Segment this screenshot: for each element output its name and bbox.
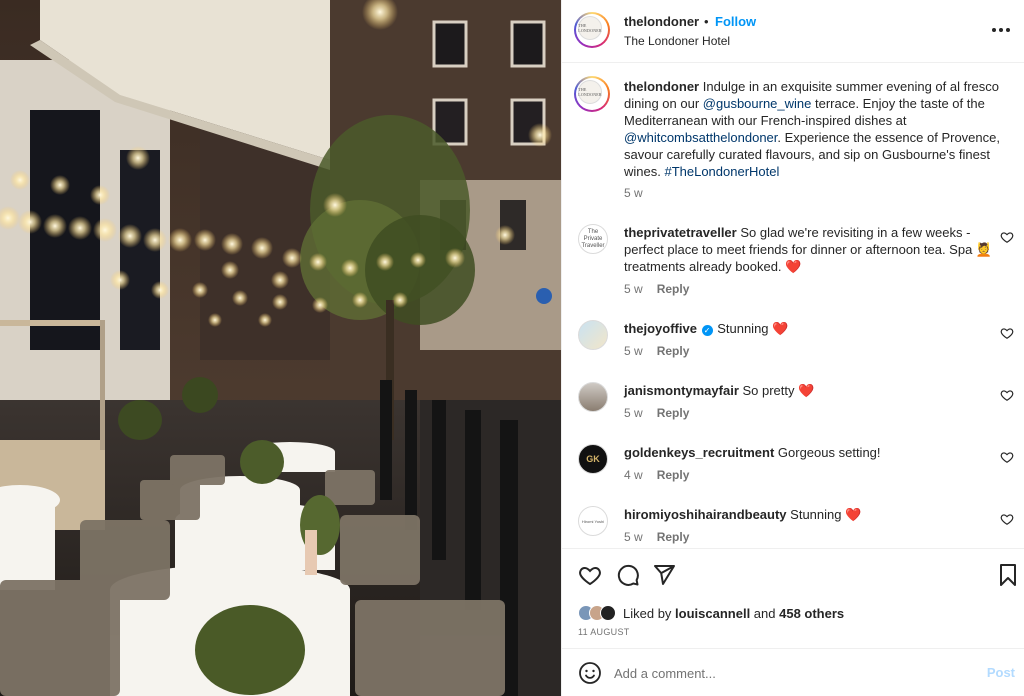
like-comment-heart-icon[interactable]	[1000, 326, 1014, 340]
comment-text: hiromiyoshihairandbeauty Stunning ❤️	[624, 507, 862, 522]
comment-time: 5 w	[624, 406, 643, 420]
terrace-night-photo	[0, 0, 561, 696]
comment-item: GK goldenkeys_recruitment Gorgeous setti…	[574, 444, 1014, 506]
post-comment-button[interactable]: Post	[987, 665, 1015, 680]
caption-username[interactable]: thelondoner	[624, 79, 699, 94]
heart-emoji: ❤️	[845, 507, 862, 522]
comment-item: Hiromi Yoshi hiromiyoshihairandbeauty St…	[574, 506, 1014, 548]
commenter-username[interactable]: hiromiyoshihairandbeauty	[624, 507, 787, 522]
hashtag-link[interactable]: #TheLondonerHotel	[664, 164, 779, 179]
like-comment-heart-icon[interactable]	[1000, 388, 1014, 402]
save-bookmark-icon[interactable]	[996, 563, 1020, 587]
caption-avatar[interactable]: THE LONDONER	[574, 76, 610, 112]
more-options-icon[interactable]	[989, 20, 1013, 40]
comment-meta: 5 w Reply	[624, 406, 689, 420]
add-comment-bar: Post	[562, 648, 1024, 696]
commenter-avatar[interactable]	[578, 382, 608, 412]
share-paper-plane-icon[interactable]	[652, 563, 676, 587]
comment-time: 5 w	[624, 530, 643, 544]
commenter-username[interactable]: goldenkeys_recruitment	[624, 445, 774, 460]
heart-emoji: ❤️	[785, 259, 802, 274]
comment-text: thejoyoffive ✓ Stunning ❤️	[624, 321, 789, 336]
reply-button[interactable]: Reply	[657, 530, 690, 544]
separator-dot: •	[704, 14, 709, 29]
like-comment-heart-icon[interactable]	[1000, 230, 1014, 244]
commenter-username[interactable]: thejoyoffive	[624, 321, 697, 336]
post-detail-panel: THE LONDONER thelondoner • Follow The Lo…	[561, 0, 1024, 696]
commenter-avatar[interactable]	[578, 320, 608, 350]
comment-item: thejoyoffive ✓ Stunning ❤️ 5 w Reply	[574, 320, 1014, 382]
emoji-smiley-icon[interactable]	[578, 661, 602, 685]
comment-meta: 5 w Reply	[624, 530, 689, 544]
comment-text: theprivatetraveller So glad we're revisi…	[624, 225, 993, 274]
liked-by-user-link[interactable]: louiscannell	[675, 606, 750, 621]
comment-time: 4 w	[624, 468, 643, 482]
follow-button[interactable]: Follow	[715, 14, 756, 29]
account-avatar[interactable]: THE LONDONER	[574, 12, 610, 48]
comment-time: 5 w	[624, 282, 643, 296]
verified-badge-icon: ✓	[701, 325, 713, 336]
liker-avatar	[600, 605, 616, 621]
comment-meta: 5 w Reply	[624, 344, 689, 358]
post-header: THE LONDONER thelondoner • Follow The Lo…	[562, 0, 1024, 63]
likes-summary[interactable]: Liked by louiscannell and 458 others	[578, 603, 844, 623]
mention-whitcombs[interactable]: @whitcombsatthelondoner	[624, 130, 777, 145]
likes-count-link[interactable]: 458 others	[779, 606, 844, 621]
commenter-username[interactable]: janismontymayfair	[624, 383, 739, 398]
mention-gusbourne[interactable]: @gusbourne_wine	[703, 96, 812, 111]
comment-item: The Private Traveller theprivatetravelle…	[574, 224, 1014, 304]
comment-text: goldenkeys_recruitment Gorgeous setting!	[624, 445, 881, 460]
post-actions: Liked by louiscannell and 458 others 11 …	[562, 548, 1024, 648]
comment-time: 5 w	[624, 344, 643, 358]
comments-section[interactable]: THE LONDONER thelondoner Indulge in an e…	[562, 64, 1024, 548]
like-comment-heart-icon[interactable]	[1000, 512, 1014, 526]
heart-emoji: ❤️	[772, 321, 789, 336]
comment-meta: 4 w Reply	[624, 468, 689, 482]
heart-emoji: ❤️	[798, 383, 815, 398]
likes-text: Liked by louiscannell and 458 others	[623, 605, 845, 621]
comment-item: janismontymayfair So pretty ❤️ 5 w Reply	[574, 382, 1014, 444]
comment-meta: 5 w Reply	[624, 282, 689, 296]
like-heart-icon[interactable]	[578, 563, 602, 587]
like-comment-heart-icon[interactable]	[1000, 450, 1014, 464]
reply-button[interactable]: Reply	[657, 406, 690, 420]
location-link[interactable]: The Londoner Hotel	[624, 34, 730, 48]
header-username[interactable]: thelondoner	[624, 14, 699, 29]
commenter-avatar[interactable]: The Private Traveller	[578, 224, 608, 254]
comment-text: janismontymayfair So pretty ❤️	[624, 383, 815, 398]
reply-button[interactable]: Reply	[657, 282, 690, 296]
caption-timestamp[interactable]: 5 w	[624, 186, 643, 200]
commenter-avatar[interactable]: Hiromi Yoshi	[578, 506, 608, 536]
caption-text: thelondoner Indulge in an exquisite summ…	[624, 79, 1000, 179]
reply-button[interactable]: Reply	[657, 468, 690, 482]
reply-button[interactable]: Reply	[657, 344, 690, 358]
commenter-username[interactable]: theprivatetraveller	[624, 225, 737, 240]
post-photo[interactable]	[0, 0, 561, 696]
post-date[interactable]: 11 AUGUST	[578, 627, 630, 637]
commenter-avatar[interactable]: GK	[578, 444, 608, 474]
comment-bubble-icon[interactable]	[616, 563, 640, 587]
comment-input[interactable]	[614, 661, 974, 685]
